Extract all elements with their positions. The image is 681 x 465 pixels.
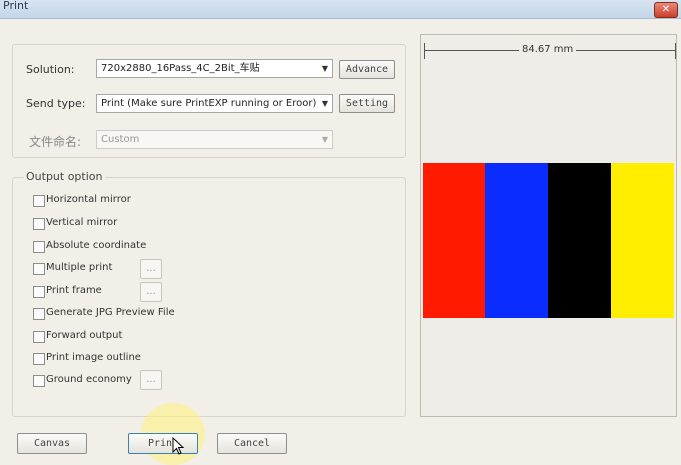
chevron-down-icon: ▼: [321, 99, 328, 108]
close-button[interactable]: ✕: [654, 2, 678, 18]
send-type-label: Send type:: [26, 97, 86, 110]
window-title: Print: [3, 0, 29, 12]
checkbox-box[interactable]: [33, 375, 45, 387]
chevron-down-icon: ▼: [321, 135, 328, 144]
checkbox-label: Print image outline: [46, 352, 141, 363]
checkbox-box[interactable]: [33, 308, 45, 320]
color-bar-black: [548, 163, 611, 318]
checkbox-label: Forward output: [46, 330, 123, 341]
print-button[interactable]: Print: [128, 433, 198, 454]
ruler-tick-right: [675, 43, 676, 59]
send-type-select[interactable]: Print (Make sure PrintEXP running or Ero…: [96, 94, 333, 113]
checkbox-box[interactable]: [33, 218, 45, 230]
checkbox-box[interactable]: [33, 353, 45, 365]
ruler-tick-left: [424, 43, 425, 59]
setting-button[interactable]: Setting: [339, 94, 395, 113]
close-icon: ✕: [661, 4, 671, 15]
file-naming-select[interactable]: Custom ▼: [96, 130, 333, 149]
ground-economy-options-button[interactable]: ...: [140, 370, 162, 390]
file-naming-value: Custom: [101, 134, 140, 145]
chevron-down-icon: ▼: [321, 64, 328, 73]
advance-button[interactable]: Advance: [339, 60, 395, 79]
checkbox-box[interactable]: [33, 331, 45, 343]
checkbox-label: Horizontal mirror: [46, 194, 131, 205]
checkbox-box[interactable]: [33, 286, 45, 298]
checkbox-label: Print frame: [46, 285, 102, 296]
checkbox-label: Absolute coordinate: [46, 240, 147, 251]
checkbox-label: Multiple print: [46, 262, 113, 273]
mouse-cursor-icon: [172, 437, 184, 455]
print-frame-options-button[interactable]: ...: [140, 282, 162, 302]
checkbox-box[interactable]: [33, 263, 45, 275]
canvas-button[interactable]: Canvas: [17, 433, 87, 454]
color-bar-yellow: [611, 163, 674, 318]
multiple-print-options-button[interactable]: ...: [140, 259, 162, 279]
solution-value: 720x2880_16Pass_4C_2Bit_车贴: [101, 63, 260, 74]
cancel-button[interactable]: Cancel: [217, 433, 287, 454]
checkbox-label: Ground economy: [46, 374, 132, 385]
solution-select[interactable]: 720x2880_16Pass_4C_2Bit_车贴 ▼: [96, 59, 333, 78]
send-type-value: Print (Make sure PrintEXP running or Ero…: [101, 98, 317, 109]
checkbox-label: Generate JPG Preview File: [46, 307, 175, 318]
checkbox-label: Vertical mirror: [46, 217, 118, 228]
title-bar: Print ✕: [0, 0, 681, 19]
width-dimension: 84.67 mm: [519, 44, 577, 55]
checkbox-box[interactable]: [33, 241, 45, 253]
file-naming-label: 文件命名:: [29, 135, 82, 149]
color-bar-blue: [485, 163, 548, 318]
output-option-title: Output option: [24, 170, 105, 183]
color-bar-red: [423, 163, 485, 318]
solution-label: Solution:: [26, 63, 75, 76]
checkbox-box[interactable]: [33, 195, 45, 207]
